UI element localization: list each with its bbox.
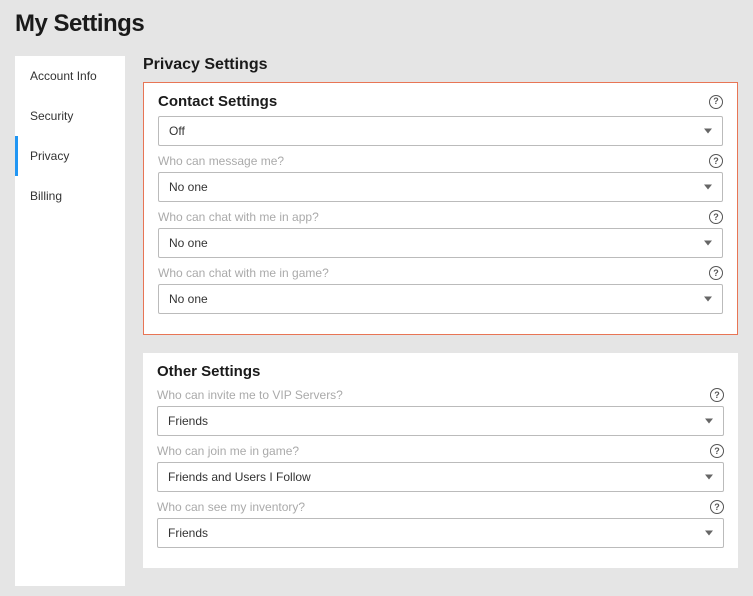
- panel-title: Other Settings: [157, 363, 724, 380]
- sidebar-item-billing[interactable]: Billing: [15, 176, 125, 216]
- panel-other-settings: Other Settings Who can invite me to VIP …: [143, 353, 738, 568]
- dropdown-vip-servers[interactable]: Friends: [157, 406, 724, 436]
- dropdown-who-message[interactable]: No one: [158, 172, 723, 202]
- help-icon[interactable]: [709, 95, 723, 109]
- sidebar: Account Info Security Privacy Billing: [15, 56, 125, 586]
- sidebar-item-security[interactable]: Security: [15, 96, 125, 136]
- setting-label: Who can chat with me in game?: [158, 266, 329, 280]
- help-icon[interactable]: [709, 266, 723, 280]
- dropdown-who-chat-game[interactable]: No one: [158, 284, 723, 314]
- panel-contact-settings: Contact Settings Off Who can message me?…: [143, 82, 738, 335]
- help-icon[interactable]: [709, 210, 723, 224]
- dropdown-contact-mode[interactable]: Off: [158, 116, 723, 146]
- page-title: My Settings: [15, 10, 738, 38]
- sidebar-item-account-info[interactable]: Account Info: [15, 56, 125, 96]
- setting-label: Who can message me?: [158, 154, 284, 168]
- sidebar-item-privacy[interactable]: Privacy: [15, 136, 125, 176]
- setting-label: Who can join me in game?: [157, 444, 299, 458]
- main-content: Privacy Settings Contact Settings Off Wh…: [143, 56, 738, 586]
- setting-label: Who can invite me to VIP Servers?: [157, 388, 343, 402]
- setting-label: Who can see my inventory?: [157, 500, 305, 514]
- help-icon[interactable]: [710, 500, 724, 514]
- help-icon[interactable]: [709, 154, 723, 168]
- dropdown-join-game[interactable]: Friends and Users I Follow: [157, 462, 724, 492]
- setting-label: Who can chat with me in app?: [158, 210, 319, 224]
- panel-title: Contact Settings: [158, 93, 277, 110]
- dropdown-inventory[interactable]: Friends: [157, 518, 724, 548]
- dropdown-who-chat-app[interactable]: No one: [158, 228, 723, 258]
- main-title: Privacy Settings: [143, 56, 738, 74]
- help-icon[interactable]: [710, 444, 724, 458]
- help-icon[interactable]: [710, 388, 724, 402]
